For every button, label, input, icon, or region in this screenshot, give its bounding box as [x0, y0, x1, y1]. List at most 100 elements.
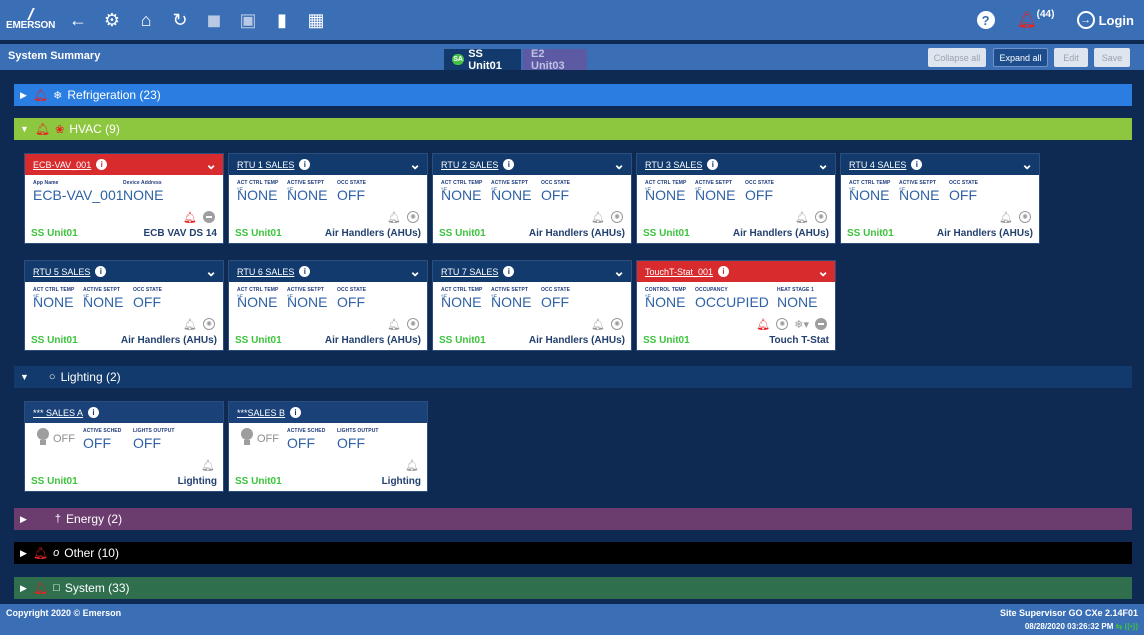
bell-icon: 🔔︎ [591, 318, 605, 331]
device-name-link[interactable]: ***SALES B [237, 408, 285, 418]
device-name-link[interactable]: ECB-VAV_001 [33, 160, 91, 170]
sa-badge: SA [452, 54, 465, 65]
group-refrigeration[interactable]: ▶ 🔔︎ ❄ Refrigeration (23) [14, 84, 1132, 106]
energy-icon: † [54, 513, 62, 525]
bell-icon: 🔔︎ [34, 122, 51, 136]
device-card-rtu4[interactable]: RTU 4 SALES i ⌄ ACT CTRL TEMP ACTIVE SET… [840, 153, 1040, 244]
fan-icon: ✺ [611, 211, 623, 223]
device-card-ecb-vav[interactable]: ECB-VAV_001 i ⌄ App Name Device Address … [24, 153, 224, 244]
device-card-touch-tstat[interactable]: TouchT-Stat_001 i ⌄ CONTROL TEMP OCCUPAN… [636, 260, 836, 351]
disabled-icon [203, 211, 215, 223]
chevron-down-icon[interactable]: ⌄ [1021, 156, 1033, 173]
device-name-link[interactable]: RTU 6 SALES [237, 267, 294, 277]
info-icon[interactable]: i [299, 159, 311, 170]
group-hvac[interactable]: ▼ 🔔︎ ❀ HVAC (9) [14, 118, 1132, 140]
bell-icon: 🔔︎ [591, 211, 605, 224]
report-icon[interactable]: ▦ [302, 0, 330, 40]
device-name-link[interactable]: RTU 3 SALES [645, 160, 702, 170]
fan-icon: ✺ [815, 211, 827, 223]
datetime-text: 08/28/2020 03:26:32 PM ⇆ ((•)) [1024, 622, 1138, 631]
bell-icon: 🔔︎ [32, 88, 49, 102]
group-energy[interactable]: ▶ † Energy (2) [14, 508, 1132, 530]
group-system[interactable]: ▶ 🔔︎ □ System (33) [14, 577, 1132, 599]
info-icon[interactable]: i [95, 266, 107, 277]
save-button[interactable]: Save [1094, 48, 1130, 67]
info-icon[interactable]: i [96, 159, 108, 170]
device-card-rtu1[interactable]: RTU 1 SALES i ⌄ ACT CTRL TEMP ACTIVE SET… [228, 153, 428, 244]
expand-arrow-icon: ▶ [20, 513, 27, 524]
fan-icon: ✺ [1019, 211, 1031, 223]
info-icon[interactable]: i [503, 266, 515, 277]
chevron-down-icon[interactable]: ⌄ [409, 156, 421, 173]
bell-icon: 🔔︎ [387, 211, 401, 224]
device-card-sales-a[interactable]: *** SALES A i OFF ACTIVE SCHED LIGHTS OU… [24, 401, 224, 492]
device-name-link[interactable]: RTU 7 SALES [441, 267, 498, 277]
tab-ss-unit01[interactable]: SA SS Unit01 [444, 48, 521, 72]
collapse-all-button[interactable]: Collapse all [928, 48, 986, 67]
info-icon[interactable]: i [707, 159, 719, 170]
device-card-rtu2[interactable]: RTU 2 SALES i ⌄ ACT CTRL TEMP ACTIVE SET… [432, 153, 632, 244]
bell-icon: 🔔︎ [183, 211, 197, 224]
bell-icon: 🔔︎ [999, 211, 1013, 224]
chevron-down-icon[interactable]: ⌄ [817, 263, 829, 280]
card-header: ECB-VAV_001 i ⌄ [25, 154, 223, 175]
other-icon: o [53, 547, 60, 559]
group-label: Other (10) [64, 546, 119, 560]
bell-icon: 🔔︎ [405, 459, 419, 472]
device-card-rtu6[interactable]: RTU 6 SALES i ⌄ ACT CTRL TEMP ACTIVE SET… [228, 260, 428, 351]
chevron-down-icon[interactable]: ⌄ [613, 156, 625, 173]
disabled-icon [815, 318, 827, 330]
group-label: System (33) [64, 581, 130, 595]
device-card-rtu7[interactable]: RTU 7 SALES i ⌄ ACT CTRL TEMP ACTIVE SET… [432, 260, 632, 351]
chevron-down-icon[interactable]: ⌄ [817, 156, 829, 173]
snowflake-icon: ❄ [53, 89, 63, 102]
alarm-bell-button[interactable]: 🔔︎ (44) [1017, 0, 1057, 40]
device-card-sales-b[interactable]: ***SALES B i OFF ACTIVE SCHED LIGHTS OUT… [228, 401, 428, 492]
info-icon[interactable]: i [718, 266, 730, 277]
top-navigation-bar: EMERSON ← ⚙ ⌂ ↻ ◼ ▣ ▮ ▦ ? 🔔︎ (44) → Logi… [0, 0, 1144, 40]
group-label: Lighting (2) [60, 370, 121, 384]
back-arrow-icon[interactable]: ← [64, 0, 92, 40]
group-lighting[interactable]: ▼ ○ Lighting (2) [14, 366, 1132, 388]
info-icon[interactable]: i [911, 159, 923, 170]
edit-button[interactable]: Edit [1054, 48, 1088, 67]
chevron-down-icon[interactable]: ⌄ [613, 263, 625, 280]
login-button[interactable]: → Login [1076, 11, 1134, 29]
refresh-icon[interactable]: ↻ [166, 0, 194, 40]
page-title: System Summary [8, 50, 101, 62]
group-label: Energy (2) [66, 512, 123, 526]
version-text: Site Supervisor GO CXe 2.14F01 [999, 608, 1138, 618]
expand-all-button[interactable]: Expand all [993, 48, 1048, 67]
logo-mark-icon [27, 8, 41, 20]
device-name-link[interactable]: RTU 4 SALES [849, 160, 906, 170]
info-icon[interactable]: i [88, 407, 100, 418]
gear-icon[interactable]: ⚙ [98, 0, 126, 40]
chevron-down-icon[interactable]: ⌄ [205, 156, 217, 173]
info-icon[interactable]: i [299, 266, 311, 277]
info-icon[interactable]: i [503, 159, 515, 170]
cube-icon[interactable]: ◼ [200, 0, 228, 40]
device-name-link[interactable]: RTU 5 SALES [33, 267, 90, 277]
chevron-down-icon[interactable]: ⌄ [205, 263, 217, 280]
device-card-rtu3[interactable]: RTU 3 SALES i ⌄ ACT CTRL TEMP ACTIVE SET… [636, 153, 836, 244]
chevron-down-icon[interactable]: ⌄ [409, 263, 421, 280]
bell-icon: 🔔︎ [32, 546, 49, 560]
bell-icon: 🔔︎ [32, 581, 49, 595]
device-name-link[interactable]: *** SALES A [33, 408, 83, 418]
home-icon[interactable]: ⌂ [132, 0, 160, 40]
tab-e2-unit03[interactable]: E2 Unit03 [523, 48, 587, 72]
calendar-icon[interactable]: ▣ [234, 0, 262, 40]
map-icon[interactable]: ▮ [268, 0, 296, 40]
device-name-link[interactable]: RTU 2 SALES [441, 160, 498, 170]
collapse-arrow-icon: ▼ [20, 372, 29, 382]
emerson-logo[interactable]: EMERSON [6, 0, 58, 40]
snowflake-icon: ❄▾ [794, 318, 809, 331]
fan-icon: ✺ [776, 318, 789, 330]
device-name-link[interactable]: RTU 1 SALES [237, 160, 294, 170]
device-name-link[interactable]: TouchT-Stat_001 [645, 267, 713, 277]
group-label: Refrigeration (23) [67, 88, 161, 102]
device-card-rtu5[interactable]: RTU 5 SALES i ⌄ ACT CTRL TEMP ACTIVE SET… [24, 260, 224, 351]
group-other[interactable]: ▶ 🔔︎ o Other (10) [14, 542, 1132, 564]
help-icon[interactable]: ? [976, 11, 995, 29]
info-icon[interactable]: i [290, 407, 302, 418]
